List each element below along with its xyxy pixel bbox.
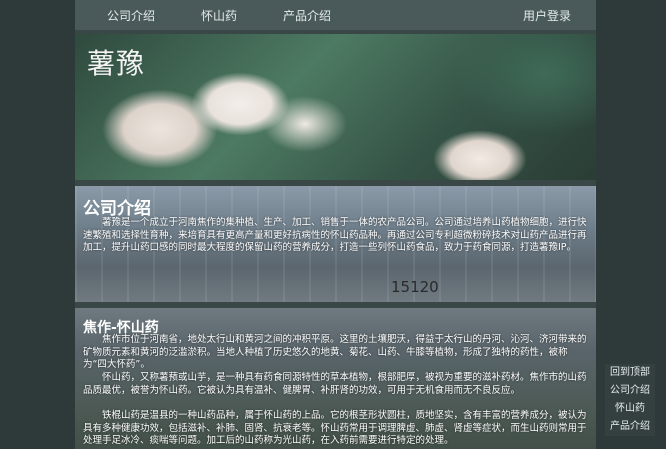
- company-section: 15120 公司介绍 薯豫是一个成立于河南焦作的集种植、生产、加工、销售于一体的…: [75, 186, 596, 302]
- nav-login[interactable]: 用户登录: [523, 7, 571, 24]
- company-title: 公司介绍: [83, 199, 151, 219]
- jiaozuo-paragraph-2: 怀山药，又称薯蓣或山芋，是一种具有药食同源特性的草本植物，根部肥厚，被视为重要的…: [83, 372, 587, 396]
- company-text: 薯豫是一个成立于河南焦作的集种植、生产、加工、销售于一体的农产品公司。公司通过培…: [83, 217, 587, 253]
- page-container: 公司介绍 怀山药 产品介绍 用户登录 薯豫 15120 公司介绍 薯豫是一个成立…: [75, 0, 596, 449]
- jiaozuo-section: 焦作-怀山药 焦作市位于河南省，地处太行山和黄河之间的冲积平原。这里的土壤肥沃，…: [75, 308, 596, 449]
- building-sign: 15120: [391, 278, 439, 296]
- jiaozuo-paragraph-3: 铁棍山药是温县的一种山药品种，属于怀山药的上品。它的根茎形状圆柱，质地坚实，含有…: [83, 410, 587, 446]
- top-nav: 公司介绍 怀山药 产品介绍 用户登录: [75, 0, 596, 30]
- side-nav-top[interactable]: 回到顶部: [605, 364, 655, 382]
- nav-yam[interactable]: 怀山药: [201, 7, 237, 24]
- side-nav-company[interactable]: 公司介绍: [605, 382, 655, 400]
- side-nav: 回到顶部 公司介绍 怀山药 产品介绍: [605, 364, 655, 436]
- side-nav-yam[interactable]: 怀山药: [605, 400, 655, 418]
- hero-banner: 薯豫: [75, 34, 596, 180]
- brand-title: 薯豫: [87, 47, 146, 80]
- nav-company[interactable]: 公司介绍: [107, 7, 155, 24]
- jiaozuo-paragraph-1: 焦作市位于河南省，地处太行山和黄河之间的冲积平原。这里的土壤肥沃，得益于太行山的…: [83, 334, 587, 370]
- nav-products[interactable]: 产品介绍: [283, 7, 331, 24]
- side-nav-products[interactable]: 产品介绍: [605, 418, 655, 436]
